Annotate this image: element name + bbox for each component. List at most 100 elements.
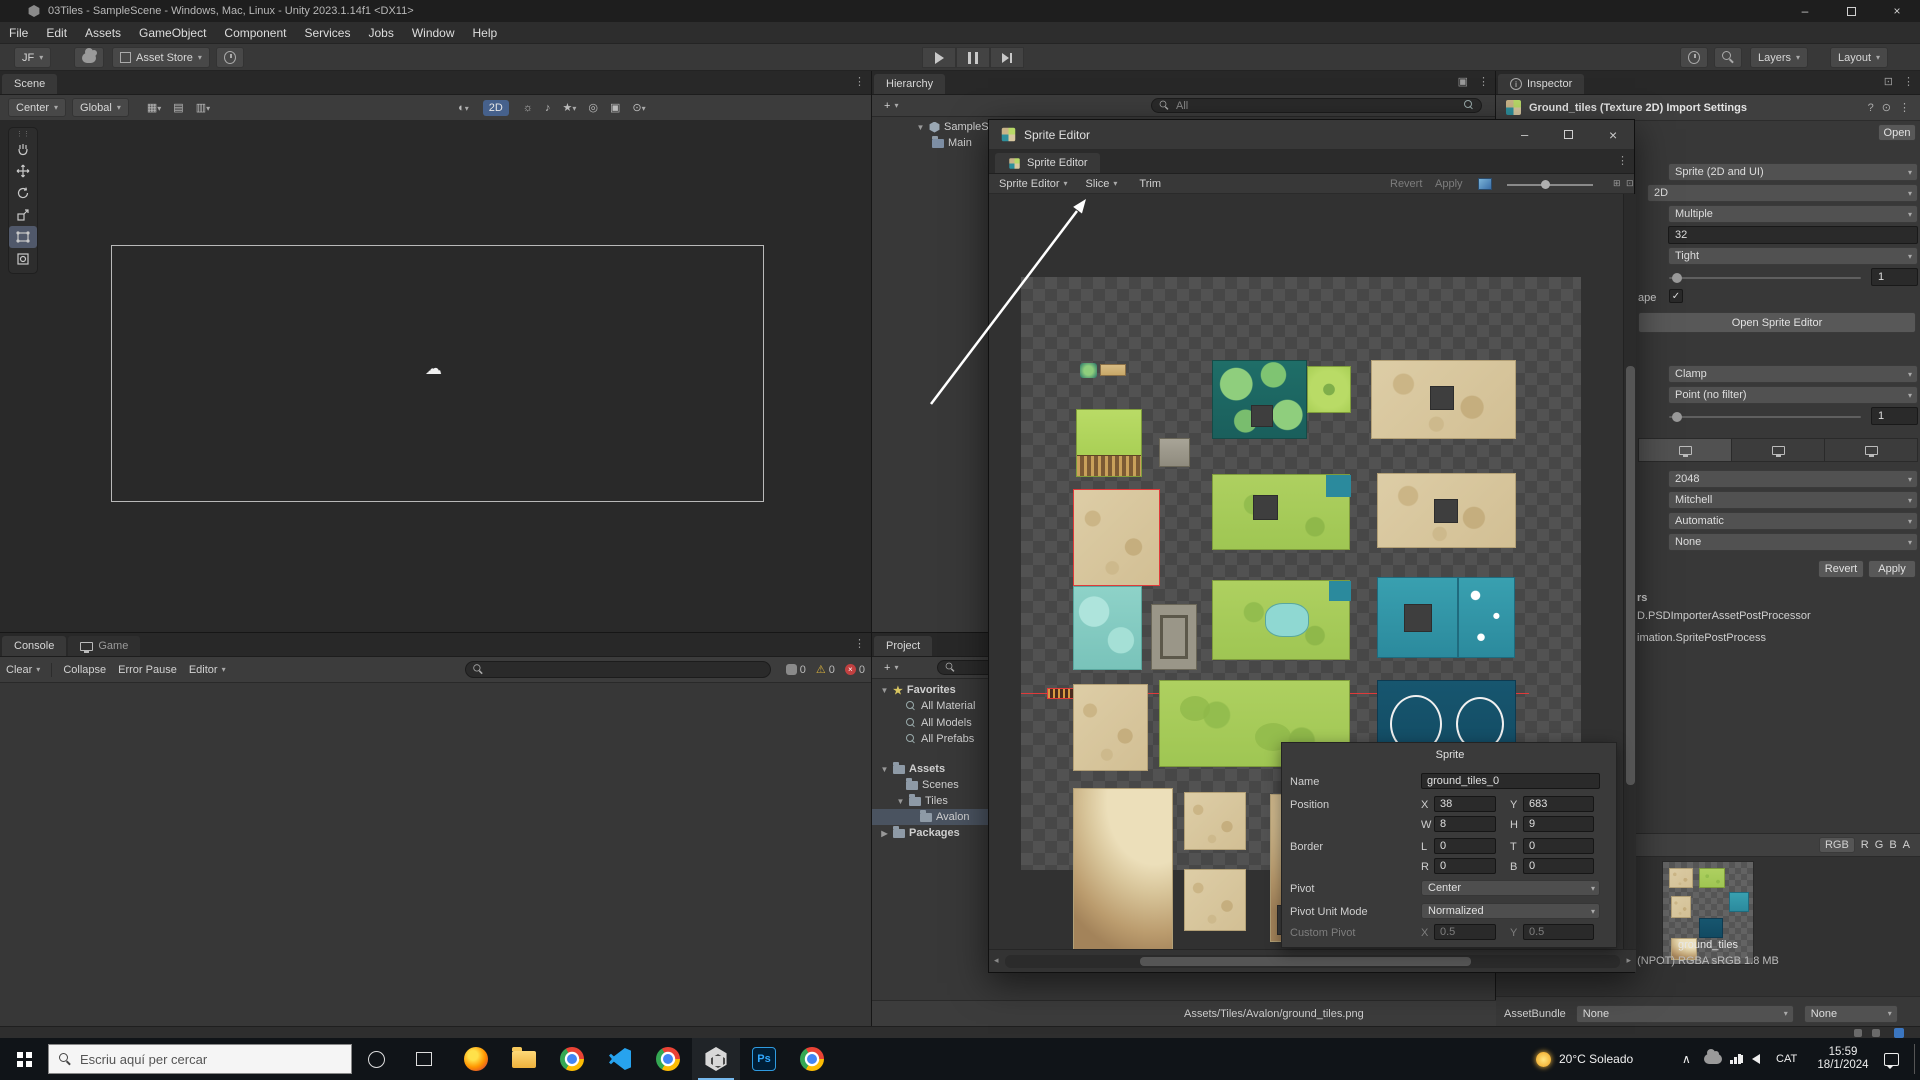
volume-icon[interactable] — [1752, 1054, 1760, 1064]
console-collapse-button[interactable]: Collapse — [57, 664, 112, 676]
window-maximize-button[interactable] — [1564, 130, 1573, 139]
grid-snap-icon[interactable]: ▦▾ — [147, 101, 161, 114]
foldout-icon[interactable]: ▼ — [896, 797, 905, 806]
sprite-mode-dropdown[interactable]: Multiple▾ — [1668, 205, 1918, 223]
pivot-unit-dropdown[interactable]: Normalized▾ — [1421, 903, 1600, 919]
pause-button[interactable] — [956, 47, 990, 68]
console-clear-dropdown[interactable]: Clear▾ — [0, 664, 46, 676]
tool-axis-dropdown[interactable]: Global▾ — [72, 98, 129, 117]
scene-audio-icon[interactable]: ♪ — [545, 102, 551, 114]
snap-settings-icon[interactable]: ▥▾ — [196, 101, 210, 114]
hierarchy-menu-icon[interactable]: ⋮ — [1478, 75, 1489, 88]
mip-icon[interactable]: ⊞ — [1613, 178, 1621, 189]
menu-assets[interactable]: Assets — [76, 26, 130, 40]
canvas-vertical-scrollbar[interactable] — [1623, 194, 1636, 951]
menu-gameobject[interactable]: GameObject — [130, 26, 215, 40]
open-asset-button[interactable]: Open — [1878, 124, 1916, 141]
menu-edit[interactable]: Edit — [37, 26, 76, 40]
view-tool-button[interactable] — [9, 138, 37, 160]
canvas-horizontal-scrollbar[interactable]: ◂ ▸ — [989, 949, 1636, 972]
project-folder-tiles[interactable]: ▼ Tiles — [896, 793, 948, 809]
tab-hierarchy[interactable]: Hierarchy — [874, 74, 945, 94]
photoshop-taskbar-button[interactable]: Ps — [740, 1038, 788, 1080]
scale-tool-button[interactable] — [9, 204, 37, 226]
platform-tab-web[interactable] — [1825, 439, 1917, 461]
max-size-dropdown[interactable]: 2048▾ — [1668, 470, 1918, 488]
resize-algorithm-dropdown[interactable]: Mitchell▾ — [1668, 491, 1918, 509]
unity-taskbar-button[interactable] — [692, 1038, 740, 1080]
global-search-button[interactable] — [1714, 47, 1742, 68]
onedrive-icon[interactable] — [1704, 1054, 1722, 1064]
start-button[interactable] — [0, 1038, 48, 1080]
sprite-tile[interactable] — [1377, 577, 1458, 658]
project-fav-all-material[interactable]: All Material — [906, 698, 975, 714]
sprite-tile[interactable] — [1080, 363, 1097, 378]
menu-file[interactable]: File — [0, 26, 37, 40]
position-x-field[interactable]: 38 — [1434, 796, 1496, 812]
border-t-field[interactable]: 0 — [1523, 838, 1594, 854]
rect-tool-button[interactable] — [9, 226, 37, 248]
shading-mode-icon[interactable]: ◐▾ — [458, 102, 469, 114]
sprite-tile[interactable] — [1184, 869, 1246, 931]
console-error-pause-button[interactable]: Error Pause — [112, 664, 183, 676]
tab-sprite-editor[interactable]: Sprite Editor — [995, 153, 1100, 173]
vscode-taskbar-button[interactable] — [596, 1038, 644, 1080]
cortana-button[interactable] — [352, 1038, 400, 1080]
menu-services[interactable]: Services — [295, 26, 359, 40]
layers-dropdown[interactable]: Layers▾ — [1750, 47, 1808, 68]
foldout-icon[interactable]: ▼ — [880, 686, 889, 695]
slice-dropdown[interactable]: Slice▾ — [1080, 178, 1124, 190]
sprite-tile[interactable] — [1073, 489, 1160, 586]
tab-console[interactable]: Console — [2, 636, 66, 656]
open-sprite-editor-button[interactable]: Open Sprite Editor — [1638, 312, 1916, 333]
hierarchy-add-dropdown[interactable]: +▾ — [878, 100, 904, 112]
hierarchy-lock-icon[interactable]: ▣ — [1458, 75, 1468, 88]
sprite-name-field[interactable]: ground_tiles_0 — [1421, 773, 1600, 789]
tab-inspector[interactable]: i Inspector — [1498, 74, 1584, 94]
alpha-color-toggle-icon[interactable] — [1478, 178, 1492, 190]
sprite-tile[interactable] — [1307, 366, 1351, 413]
aniso-slider[interactable] — [1669, 416, 1861, 418]
height-field[interactable]: 9 — [1523, 816, 1594, 832]
pixels-per-unit-field[interactable]: 32 — [1668, 226, 1918, 244]
tool-pivot-dropdown[interactable]: Center▾ — [8, 98, 66, 117]
position-y-field[interactable]: 683 — [1523, 796, 1594, 812]
sprite-tile[interactable] — [1377, 473, 1516, 548]
maximize-button[interactable] — [1828, 0, 1874, 22]
sprite-tile[interactable] — [1151, 604, 1197, 670]
asset-store-dropdown[interactable]: Asset Store▾ — [112, 47, 210, 68]
filter-icon[interactable]: ⊡ — [1626, 178, 1634, 189]
console-menu-icon[interactable]: ⋮ — [854, 637, 865, 650]
h-scroll-thumb[interactable] — [1140, 957, 1471, 966]
foldout-icon[interactable]: ▼ — [916, 123, 925, 132]
scene-cloud-gizmo[interactable]: ☁ — [425, 359, 442, 379]
custom-pivot-y-field[interactable]: 0.5 — [1523, 924, 1594, 940]
texture-type-dropdown[interactable]: Sprite (2D and UI)▾ — [1668, 163, 1918, 181]
scene-viewport[interactable]: ⋮⋮ ☁ — [0, 121, 871, 632]
version-control-button[interactable] — [216, 47, 244, 68]
sprite-tile[interactable] — [1458, 577, 1515, 658]
sprite-tile[interactable] — [1371, 360, 1516, 439]
sprite-tile[interactable] — [1073, 586, 1142, 670]
status-icon[interactable] — [1854, 1029, 1862, 1037]
extrude-slider[interactable] — [1669, 277, 1861, 279]
taskbar-search-input[interactable]: Escriu aquí per cercar — [48, 1044, 352, 1074]
progress-indicator-icon[interactable] — [1894, 1028, 1904, 1038]
menu-help[interactable]: Help — [464, 26, 507, 40]
tab-scene[interactable]: Scene — [2, 74, 57, 94]
close-button[interactable]: × — [1874, 0, 1920, 22]
sprite-tile[interactable] — [1184, 792, 1246, 850]
channel-a-button[interactable]: A — [1903, 839, 1910, 851]
inspector-menu-icon[interactable]: ⋮ — [1903, 75, 1914, 88]
rotate-tool-button[interactable] — [9, 182, 37, 204]
console-editor-dropdown[interactable]: Editor▾ — [183, 664, 232, 676]
sprite-tile[interactable] — [1100, 364, 1126, 376]
se-revert-button[interactable]: Revert — [1384, 178, 1428, 190]
console-log-area[interactable] — [0, 683, 871, 1026]
help-icon[interactable]: ? — [1868, 102, 1874, 114]
aniso-slider-thumb[interactable] — [1672, 412, 1682, 422]
sprite-editor-titlebar[interactable]: Sprite Editor – × — [989, 120, 1634, 150]
sprite-tile[interactable] — [1212, 474, 1350, 550]
border-r-field[interactable]: 0 — [1434, 858, 1496, 874]
error-counter[interactable]: ×0 — [845, 663, 865, 676]
